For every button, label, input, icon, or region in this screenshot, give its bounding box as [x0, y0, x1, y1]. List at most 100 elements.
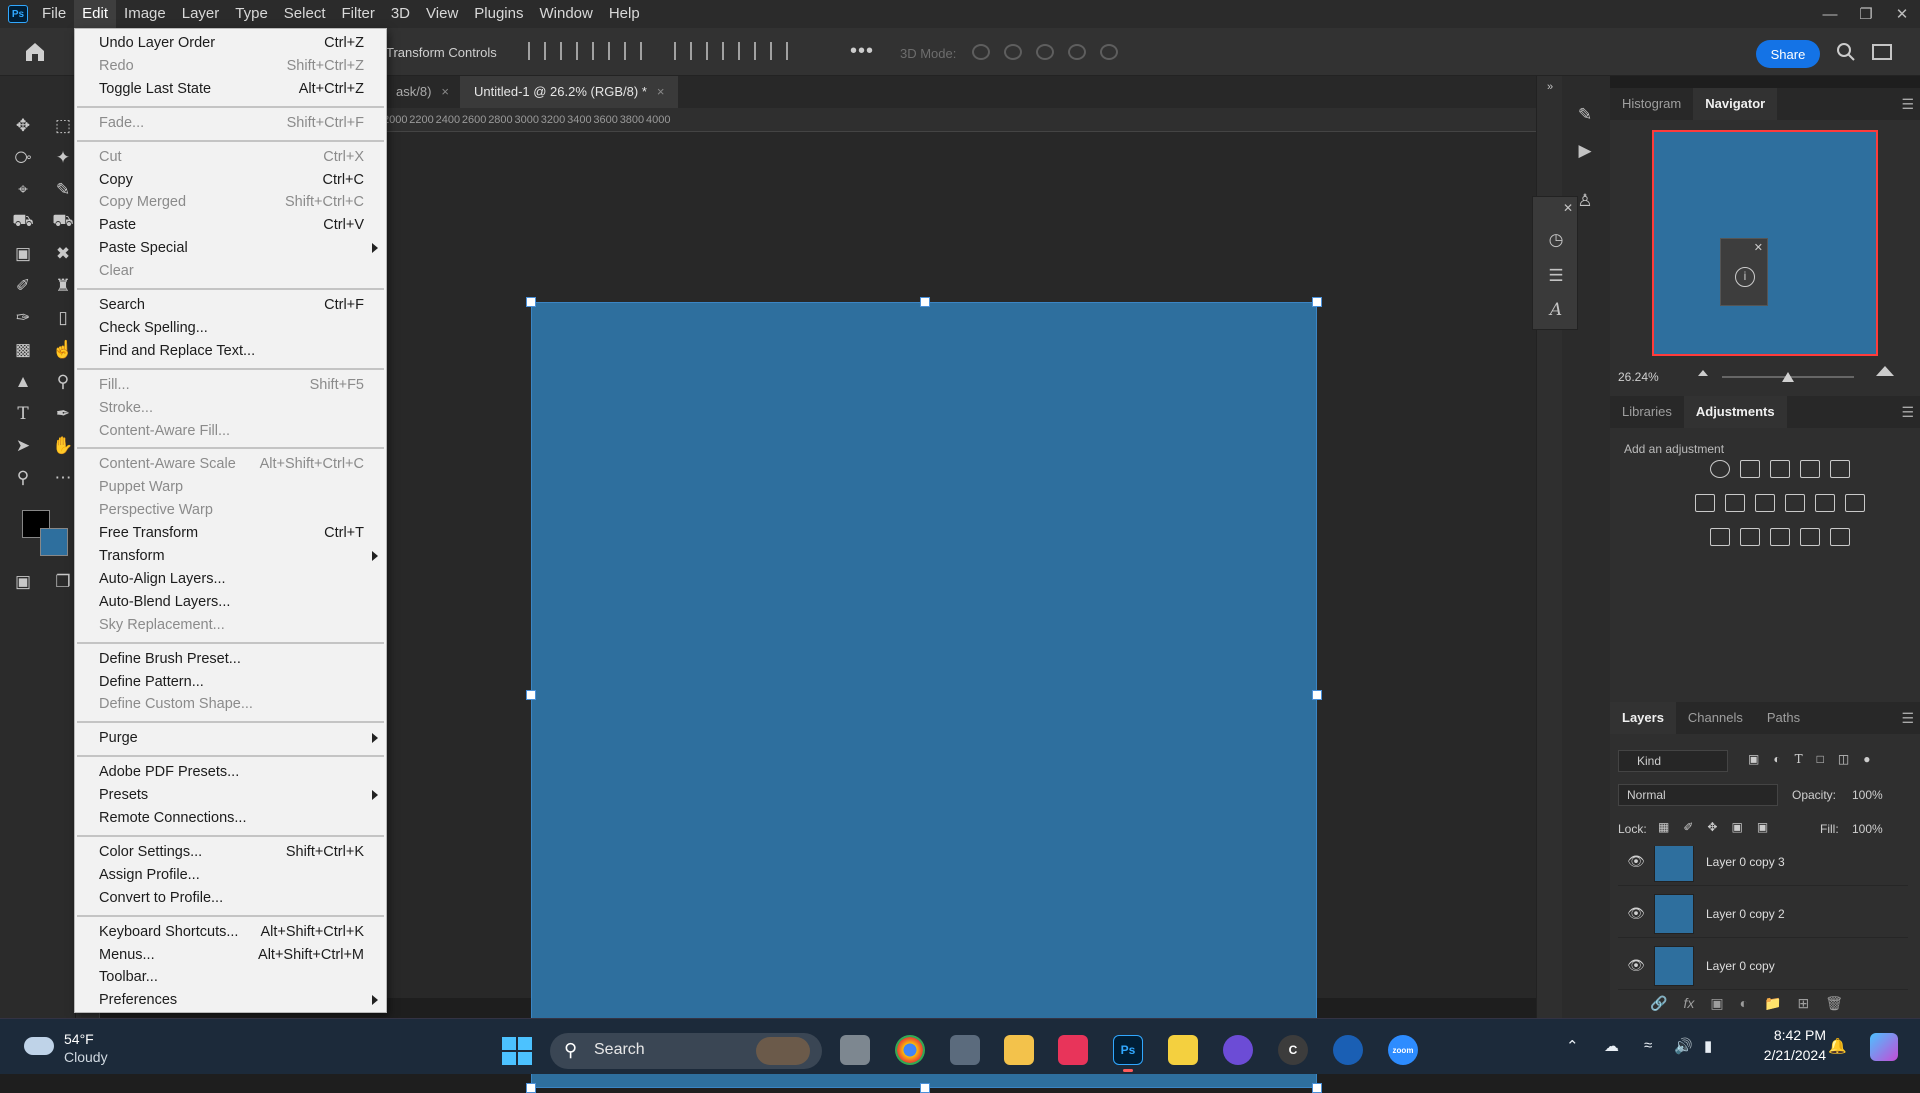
panel-menu-icon[interactable]: ☰: [1901, 404, 1914, 421]
content-aware-move-icon[interactable]: ✖: [50, 242, 76, 266]
black-white-icon[interactable]: [1755, 494, 1775, 512]
tab-histogram[interactable]: Histogram: [1610, 88, 1693, 120]
menu-item-define-pattern[interactable]: Define Pattern...: [75, 672, 386, 694]
invert-icon[interactable]: [1710, 528, 1730, 546]
link-layers-icon[interactable]: 🔗: [1650, 995, 1667, 1012]
background-color-swatch[interactable]: [40, 528, 68, 556]
zoom-value[interactable]: 26.24%: [1618, 370, 1659, 384]
transform-handle[interactable]: [526, 297, 536, 307]
lasso-tool-icon[interactable]: ⧂: [10, 146, 36, 170]
menu-help[interactable]: Help: [601, 0, 648, 28]
brush-tool-icon[interactable]: ✐: [10, 274, 36, 298]
task-view-icon[interactable]: [840, 1035, 870, 1065]
posterize-icon[interactable]: [1740, 528, 1760, 546]
delete-layer-icon[interactable]: 🗑: [1825, 995, 1843, 1012]
visibility-eye-icon[interactable]: 👁: [1618, 905, 1654, 922]
menu-image[interactable]: Image: [116, 0, 174, 28]
menu-item-convert-to-profile[interactable]: Convert to Profile...: [75, 888, 386, 910]
path-selection-tool-icon[interactable]: ➤: [10, 434, 36, 458]
close-icon[interactable]: ✕: [1884, 0, 1920, 28]
lock-artboard-icon[interactable]: ▣: [1731, 820, 1742, 834]
pixel-filter-icon[interactable]: ▣: [1748, 752, 1759, 766]
menu-item-search[interactable]: Search Ctrl+F: [75, 295, 386, 317]
panel-menu-icon[interactable]: ☰: [1901, 710, 1914, 727]
tab-paths[interactable]: Paths: [1755, 702, 1812, 734]
brightness-icon[interactable]: [1710, 460, 1730, 478]
smudge-tool-icon[interactable]: ☝: [50, 338, 76, 362]
microsoft-store-icon[interactable]: [950, 1035, 980, 1065]
transform-handle[interactable]: [1312, 1083, 1322, 1093]
actions-play-icon[interactable]: ▶: [1574, 140, 1596, 162]
hue-saturation-icon[interactable]: [1695, 494, 1715, 512]
menu-item-toggle-last-state[interactable]: Toggle Last State Alt+Ctrl+Z: [75, 79, 386, 101]
type-filter-icon[interactable]: T: [1795, 752, 1803, 766]
menu-window[interactable]: Window: [531, 0, 600, 28]
color-balance-icon[interactable]: [1725, 494, 1745, 512]
menu-item-menus[interactable]: Menus... Alt+Shift+Ctrl+M: [75, 945, 386, 967]
menu-edit[interactable]: Edit: [74, 0, 117, 28]
menu-item-presets[interactable]: Presets: [75, 785, 386, 807]
menu-item-free-transform[interactable]: Free Transform Ctrl+T: [75, 523, 386, 545]
menu-item-paste-special[interactable]: Paste Special: [75, 238, 386, 260]
marquee-tool-icon[interactable]: ⬚: [50, 114, 76, 138]
history-brush-tool-icon[interactable]: ✑: [10, 306, 36, 330]
visibility-eye-icon[interactable]: 👁: [1618, 957, 1654, 974]
menu-item-paste[interactable]: Paste Ctrl+V: [75, 215, 386, 237]
dodge-tool-icon[interactable]: ⚲: [50, 370, 76, 394]
menu-item-find-and-replace-text[interactable]: Find and Replace Text...: [75, 341, 386, 363]
collapse-icon[interactable]: »: [1539, 76, 1561, 98]
kind-filter-select[interactable]: Kind: [1618, 750, 1728, 772]
creative-cloud-icon[interactable]: [1058, 1035, 1088, 1065]
menu-view[interactable]: View: [418, 0, 466, 28]
menu-item-purge[interactable]: Purge: [75, 728, 386, 750]
distribute-icon[interactable]: [624, 42, 642, 60]
align-center-icon[interactable]: [560, 42, 578, 60]
blend-mode-select[interactable]: Normal: [1618, 784, 1778, 806]
menu-item-color-settings[interactable]: Color Settings... Shift+Ctrl+K: [75, 842, 386, 864]
transform-handle[interactable]: [526, 1083, 536, 1093]
new-layer-icon[interactable]: ⊞: [1797, 995, 1809, 1012]
transform-handle[interactable]: [1312, 297, 1322, 307]
photoshop-taskbar-icon[interactable]: Ps: [1113, 1035, 1143, 1065]
lock-pixels-icon[interactable]: ✐: [1683, 820, 1693, 834]
tab-libraries[interactable]: Libraries: [1610, 396, 1684, 428]
menu-item-toolbar[interactable]: Toolbar...: [75, 967, 386, 989]
menu-3d[interactable]: 3D: [383, 0, 418, 28]
transform-handle[interactable]: [526, 690, 536, 700]
zoom-out-icon[interactable]: [1698, 370, 1708, 376]
align-middle-icon[interactable]: [706, 42, 724, 60]
menu-filter[interactable]: Filter: [334, 0, 383, 28]
fill-value[interactable]: 100%: [1852, 822, 1883, 836]
exposure-icon[interactable]: [1800, 460, 1820, 478]
menu-item-remote-connections[interactable]: Remote Connections...: [75, 808, 386, 830]
magic-wand-tool-icon[interactable]: ✦: [50, 146, 76, 170]
selective-color-icon[interactable]: [1800, 528, 1820, 546]
hand-tool-icon[interactable]: ✋: [50, 434, 76, 458]
onedrive-cloud-icon[interactable]: ☁: [1604, 1037, 1619, 1055]
battery-icon[interactable]: ▮: [1704, 1037, 1712, 1055]
tab-navigator[interactable]: Navigator: [1693, 88, 1778, 120]
quick-mask-icon[interactable]: ▣: [10, 570, 36, 594]
taskbar-search[interactable]: ⚲ Search: [550, 1033, 822, 1069]
align-top-icon[interactable]: [674, 42, 692, 60]
layer-name[interactable]: Layer 0 copy 3: [1706, 855, 1785, 869]
copilot-tray-icon[interactable]: [1870, 1033, 1898, 1061]
adjustment-filter-icon[interactable]: ◐: [1773, 752, 1780, 766]
menu-item-assign-profile[interactable]: Assign Profile...: [75, 865, 386, 887]
add-mask-icon[interactable]: ▣: [1710, 995, 1723, 1012]
menu-item-auto-align-layers[interactable]: Auto-Align Layers...: [75, 569, 386, 591]
eraser-tool-icon[interactable]: ▯: [50, 306, 76, 330]
navigator-preview[interactable]: i ✕: [1652, 130, 1878, 356]
sticky-notes-icon[interactable]: [1168, 1035, 1198, 1065]
layer-row[interactable]: 👁 Layer 0 copy 2: [1618, 890, 1908, 938]
tab-adjustments[interactable]: Adjustments: [1683, 396, 1787, 428]
minimize-icon[interactable]: —: [1812, 0, 1848, 28]
new-group-icon[interactable]: 📁: [1764, 995, 1781, 1012]
home-icon[interactable]: [22, 40, 48, 64]
align-right-icon[interactable]: [592, 42, 610, 60]
tab-previous-document[interactable]: ask/8) ×: [382, 76, 463, 108]
visibility-eye-icon[interactable]: 👁: [1618, 853, 1654, 870]
layer-name[interactable]: Layer 0 copy: [1706, 959, 1775, 973]
healing-brush-tool-icon[interactable]: ⛟: [10, 210, 36, 234]
volume-icon[interactable]: 🔊: [1674, 1037, 1693, 1055]
